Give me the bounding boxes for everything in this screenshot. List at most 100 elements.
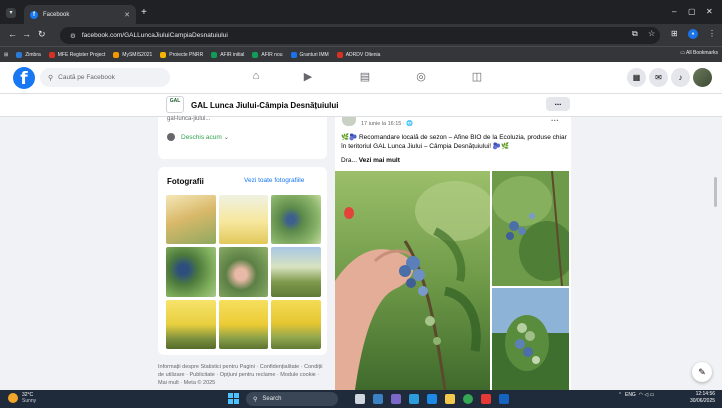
post-timestamp[interactable]: 17 iunie la 16:15 · 🌐 — [361, 121, 413, 127]
bookmarks-bar: ⊞ Zimbra MFE Register Project MySMIS2021… — [0, 46, 722, 62]
page-logo[interactable]: GAL — [166, 96, 184, 113]
post-photo-tertiary[interactable] — [492, 288, 569, 390]
install-app-icon[interactable]: ⧉ — [632, 29, 638, 39]
photo-thumbnail[interactable] — [218, 195, 269, 245]
maximize-icon[interactable]: ▢ — [688, 7, 696, 16]
apps-icon[interactable]: ⊞ — [4, 52, 8, 58]
clock-icon — [167, 133, 175, 141]
app-icon[interactable] — [391, 394, 401, 404]
bookmark-item[interactable]: MFE Register Project — [48, 51, 105, 58]
bookmark-favicon-icon — [290, 51, 297, 58]
page-footer-links[interactable]: Informații despre Statistici pentru Pagi… — [158, 363, 328, 387]
app-icon[interactable] — [373, 394, 383, 404]
menu-grid-icon[interactable]: ▦ — [627, 68, 646, 87]
bookmark-item[interactable]: Zimbra — [16, 51, 41, 58]
bookmark-star-icon[interactable]: ☆ — [648, 29, 655, 38]
post-see-more[interactable]: Dra... Vezi mai mult — [341, 157, 400, 164]
facebook-logo-icon[interactable]: f — [13, 67, 35, 89]
minimize-icon[interactable]: – — [672, 7, 676, 16]
photo-thumbnail[interactable] — [166, 299, 216, 349]
video-icon[interactable]: ▶ — [298, 70, 318, 83]
intro-website-link[interactable]: gal-lunca-jiului... — [167, 116, 210, 122]
opening-hours[interactable]: Deschis acum ⌄ — [167, 133, 229, 141]
photo-thumbnail[interactable] — [271, 299, 321, 349]
page-subheader — [0, 94, 722, 117]
messenger-icon[interactable]: ✉ — [649, 68, 668, 87]
bookmark-item[interactable]: AFIR initial — [211, 51, 244, 58]
page-scrollbar[interactable] — [714, 177, 717, 207]
chevron-up-icon[interactable]: ⌃ — [618, 392, 622, 398]
tab-search-icon[interactable]: ▾ — [6, 8, 16, 18]
close-tab-icon[interactable]: ✕ — [124, 11, 130, 19]
bookmark-item[interactable]: Proiecte PNRR — [160, 51, 203, 58]
language-indicator[interactable]: ENG — [625, 392, 636, 398]
start-button[interactable] — [228, 393, 239, 404]
photo-thumbnail[interactable] — [218, 247, 269, 297]
forward-icon[interactable]: → — [22, 29, 31, 39]
task-view-icon[interactable] — [355, 394, 365, 404]
post-options-icon[interactable]: ··· — [551, 116, 559, 125]
blueberry-closeup-photo — [492, 288, 569, 390]
profile-icon[interactable]: ● — [688, 29, 698, 39]
close-window-icon[interactable]: ✕ — [706, 7, 713, 16]
chevron-down-icon: ⌄ — [223, 134, 230, 141]
new-tab-button[interactable]: + — [141, 7, 147, 18]
photo-thumbnail[interactable] — [218, 299, 269, 349]
post-photo-secondary[interactable] — [492, 171, 569, 286]
app-icon[interactable] — [481, 394, 491, 404]
back-icon[interactable]: ← — [8, 29, 17, 39]
photo-thumbnail[interactable] — [271, 195, 321, 245]
photo-thumbnail[interactable] — [271, 247, 321, 297]
facebook-search-input[interactable]: ⚲ Caută pe Facebook — [40, 68, 170, 87]
menu-kebab-icon[interactable]: ⋮ — [708, 29, 716, 38]
groups-icon[interactable]: ◎ — [411, 70, 431, 83]
bookmark-favicon-icon — [16, 51, 23, 58]
marketplace-icon[interactable]: ▤ — [355, 70, 375, 83]
wifi-icon[interactable]: ◠ — [639, 392, 643, 398]
app-icon[interactable] — [499, 394, 509, 404]
new-message-button[interactable]: ✎ — [692, 362, 712, 382]
tab-title: Facebook — [43, 11, 70, 18]
blueberry-hand-photo — [335, 171, 490, 390]
notifications-icon[interactable]: ♪ — [671, 68, 690, 87]
chrome-icon[interactable] — [463, 394, 473, 404]
system-tray[interactable]: ⌃ ENG ◠ ◁ ▭ — [618, 392, 654, 398]
photo-thumbnail[interactable] — [166, 247, 216, 297]
home-icon[interactable]: ⌂ — [246, 70, 266, 82]
app-icon[interactable] — [427, 394, 437, 404]
file-explorer-icon[interactable] — [445, 394, 455, 404]
page-title[interactable]: GAL Lunca Jiului-Câmpia Desnățuiului — [191, 101, 338, 110]
app-icon[interactable] — [409, 394, 419, 404]
extensions-icon[interactable]: ⊞ — [671, 29, 678, 38]
bookmark-item[interactable]: ADRDV Oltenia — [336, 51, 380, 58]
browser-tab[interactable]: f Facebook ✕ — [24, 5, 136, 24]
reload-icon[interactable]: ↻ — [38, 29, 46, 40]
sun-icon — [8, 393, 18, 403]
bookmark-item[interactable]: Granturi IMM — [290, 51, 329, 58]
site-info-icon[interactable]: ⚙ — [70, 32, 76, 40]
taskbar-search[interactable]: ⚲ Search — [246, 392, 338, 406]
bookmark-favicon-icon — [48, 51, 55, 58]
volume-icon[interactable]: ◁ — [644, 392, 648, 398]
taskbar-clock[interactable]: 12:14:56 30/06/2025 — [690, 391, 715, 405]
see-all-photos-link[interactable]: Vezi toate fotografiile — [244, 177, 304, 184]
bookmark-favicon-icon — [113, 51, 120, 58]
weather-widget[interactable]: 32°C Sunny — [8, 392, 36, 404]
post-photo-main[interactable] — [335, 171, 490, 390]
bookmark-favicon-icon — [211, 51, 218, 58]
bookmark-favicon-icon — [252, 51, 259, 58]
account-avatar[interactable] — [693, 68, 712, 87]
bookmark-favicon-icon — [336, 51, 343, 58]
photo-thumbnail[interactable] — [166, 195, 216, 245]
see-more-link[interactable]: Vezi mai mult — [359, 157, 400, 164]
address-bar[interactable]: ⚙ facebook.com/GALLuncaJiuluiCampiaDesna… — [60, 27, 660, 44]
post-text: 🌿🫐 Recomandare locală de sezon – Afine B… — [341, 134, 567, 150]
search-placeholder: Caută pe Facebook — [58, 74, 115, 81]
gaming-icon[interactable]: ◫ — [467, 70, 487, 83]
battery-icon[interactable]: ▭ — [650, 392, 655, 398]
search-icon: ⚲ — [253, 396, 258, 403]
all-bookmarks-button[interactable]: ▭ All Bookmarks — [680, 50, 718, 56]
bookmark-item[interactable]: AFIR nou — [252, 51, 283, 58]
bookmark-item[interactable]: MySMIS2021 — [113, 51, 152, 58]
page-more-button[interactable]: ... — [546, 97, 570, 111]
